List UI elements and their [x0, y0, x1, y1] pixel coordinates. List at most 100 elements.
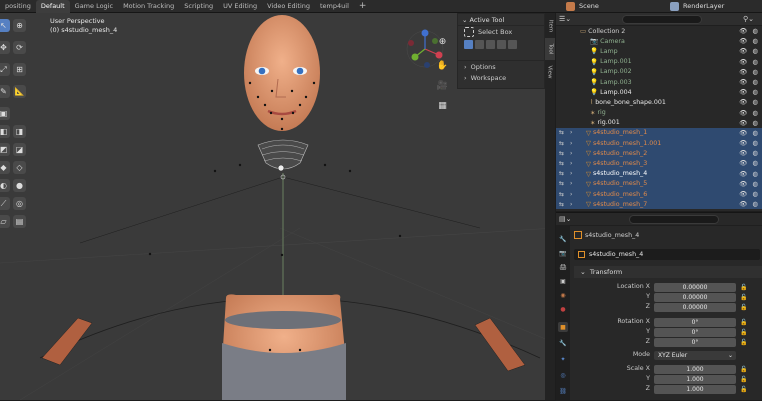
eye-icon[interactable]: 👁	[739, 47, 747, 55]
cursor-tool-button[interactable]: ⊕	[13, 19, 26, 32]
bevel-tool-button[interactable]: ◩	[0, 143, 10, 156]
tab-view[interactable]: View	[545, 61, 555, 83]
polybuild-tool-button[interactable]: ◇	[13, 161, 26, 174]
outliner-row[interactable]: 💡 Lamp.001 👁 ◍	[556, 57, 762, 67]
view-layer-tab-icon[interactable]: ▣	[558, 276, 568, 286]
tab-scripting[interactable]: Scripting	[179, 0, 218, 13]
editor-type-icon[interactable]: ▤⌄	[559, 215, 571, 223]
location-x-field[interactable]: 0.00000	[654, 283, 736, 292]
display-mode-icon[interactable]: ☰⌄	[559, 15, 571, 23]
camera-icon[interactable]: ◍	[752, 200, 758, 208]
eye-icon[interactable]: 👁	[739, 190, 747, 198]
tab-video-editing[interactable]: Video Editing	[262, 0, 315, 13]
rip-tool-button[interactable]: ▤	[13, 215, 26, 228]
outliner-row[interactable]: ▭ Collection 2 👁 ◍	[556, 26, 762, 36]
eye-icon[interactable]: 👁	[739, 159, 747, 167]
eye-icon[interactable]: 👁	[739, 68, 747, 76]
shear-tool-button[interactable]: ▱	[0, 215, 10, 228]
location-y-field[interactable]: 0.00000	[654, 293, 736, 302]
camera-icon[interactable]: ◍	[752, 88, 758, 96]
constraints-tab-icon[interactable]: ⛓	[558, 386, 568, 396]
camera-icon[interactable]: ◍	[752, 139, 758, 147]
tab-item[interactable]: Item	[545, 15, 555, 37]
eye-icon[interactable]: 👁	[739, 58, 747, 66]
lock-icon[interactable]: 🔓	[740, 338, 747, 348]
zoom-button[interactable]: ⊕	[436, 35, 449, 48]
outliner-row[interactable]: ✶ rig.001 👁 ◍	[556, 118, 762, 128]
camera-icon[interactable]: ◍	[752, 47, 758, 55]
camera-icon[interactable]: ◍	[752, 129, 758, 137]
camera-icon[interactable]: ◍	[752, 98, 758, 106]
eye-icon[interactable]: 👁	[739, 119, 747, 127]
eye-icon[interactable]: 👁	[739, 200, 747, 208]
physics-tab-icon[interactable]: ◎	[558, 370, 568, 380]
transform-section-header[interactable]: ⌄ Transform	[574, 266, 762, 278]
eye-icon[interactable]: 👁	[739, 129, 747, 137]
slide-tool-button[interactable]: ⟋	[0, 197, 10, 210]
mode-intersect-icon[interactable]	[508, 39, 517, 49]
outliner-row[interactable]: ⌇ bone_bone_shape.001 👁 ◍	[556, 97, 762, 107]
select-box-row[interactable]: Select Box	[458, 26, 544, 38]
outliner-search-input[interactable]	[622, 14, 703, 24]
shrink-tool-button[interactable]: ◎	[13, 197, 26, 210]
eye-icon[interactable]: 👁	[739, 27, 747, 35]
eye-icon[interactable]: 👁	[739, 109, 747, 117]
chevron-right-icon[interactable]: ›	[570, 129, 572, 136]
pan-button[interactable]: ✋	[436, 59, 449, 72]
camera-icon[interactable]: ◍	[752, 180, 758, 188]
camera-icon[interactable]: ◍	[752, 190, 758, 198]
workspace-header[interactable]: › Workspace	[458, 72, 544, 84]
tab-temp[interactable]: temp4uil	[315, 0, 354, 13]
tab-compositing[interactable]: positing	[0, 0, 36, 13]
lock-icon[interactable]: 🔓	[740, 293, 747, 303]
camera-icon[interactable]: ◍	[752, 58, 758, 66]
outliner-row[interactable]: ⇆ › ▽ s4studio_mesh_1.001 👁 ◍	[556, 138, 762, 149]
eye-icon[interactable]: 👁	[739, 139, 747, 147]
rotation-x-field[interactable]: 0°	[654, 318, 736, 327]
render-layer-selector[interactable]: RenderLayer	[683, 0, 724, 13]
chevron-right-icon[interactable]: ›	[570, 170, 572, 177]
mode-subtract-icon[interactable]	[486, 39, 495, 49]
spin-tool-button[interactable]: ◐	[0, 179, 10, 192]
rotation-mode-select[interactable]: XYZ Euler ⌄	[654, 351, 736, 360]
lock-icon[interactable]: 🔓	[740, 318, 747, 328]
extrude-tool-button[interactable]: ◧	[0, 125, 10, 138]
lock-icon[interactable]: 🔓	[740, 385, 747, 395]
mode-set-icon[interactable]	[464, 39, 473, 49]
tab-default[interactable]: Default	[35, 0, 70, 13]
scale-y-field[interactable]: 1.000	[654, 375, 736, 384]
outliner-row[interactable]: ⇆ › ▽ s4studio_mesh_7 👁 ◍	[556, 199, 762, 210]
knife-tool-button[interactable]: ◆	[0, 161, 10, 174]
camera-icon[interactable]: ◍	[752, 149, 758, 157]
world-tab-icon[interactable]: ●	[558, 304, 568, 314]
eye-icon[interactable]: 👁	[739, 37, 747, 45]
mode-extend-icon[interactable]	[475, 39, 484, 49]
eye-icon[interactable]: 👁	[739, 180, 747, 188]
eye-icon[interactable]: 👁	[739, 149, 747, 157]
scale-tool-button[interactable]: ⤢	[0, 63, 10, 76]
outliner-row[interactable]: 💡 Lamp.003 👁 ◍	[556, 77, 762, 87]
tool-tab-icon[interactable]: 🔧	[558, 234, 568, 244]
camera-icon[interactable]: ◍	[752, 27, 758, 35]
tab-game-logic[interactable]: Game Logic	[70, 0, 118, 13]
tab-motion-tracking[interactable]: Motion Tracking	[118, 0, 179, 13]
modifier-tab-icon[interactable]: 🔧	[558, 338, 568, 348]
camera-icon[interactable]: ◍	[752, 159, 758, 167]
outliner-row[interactable]: 📷 Camera 👁 ◍	[556, 36, 762, 46]
camera-icon[interactable]: ◍	[752, 37, 758, 45]
outliner-row[interactable]: ⇆ › ▽ s4studio_mesh_1 👁 ◍	[556, 127, 762, 139]
scale-x-field[interactable]: 1.000	[654, 365, 736, 374]
lock-icon[interactable]: 🔓	[740, 328, 747, 338]
add-workspace-button[interactable]: +	[354, 0, 372, 13]
active-tool-header[interactable]: ⌄ Active Tool	[458, 14, 544, 26]
annotate-tool-button[interactable]: ✎	[0, 85, 10, 98]
outliner-row[interactable]: ⇆ › ▽ s4studio_mesh_4 👁 ◍	[556, 168, 762, 179]
camera-icon[interactable]: ◍	[752, 78, 758, 86]
eye-icon[interactable]: 👁	[739, 88, 747, 96]
add-cube-tool-button[interactable]: ▣	[0, 107, 10, 120]
camera-icon[interactable]: ◍	[752, 68, 758, 76]
scene-selector[interactable]: Scene	[579, 0, 599, 13]
lock-icon[interactable]: 🔓	[740, 303, 747, 313]
outliner-row[interactable]: ⇆ › ▽ s4studio_mesh_5 👁 ◍	[556, 178, 762, 189]
chevron-right-icon[interactable]: ›	[570, 180, 572, 187]
